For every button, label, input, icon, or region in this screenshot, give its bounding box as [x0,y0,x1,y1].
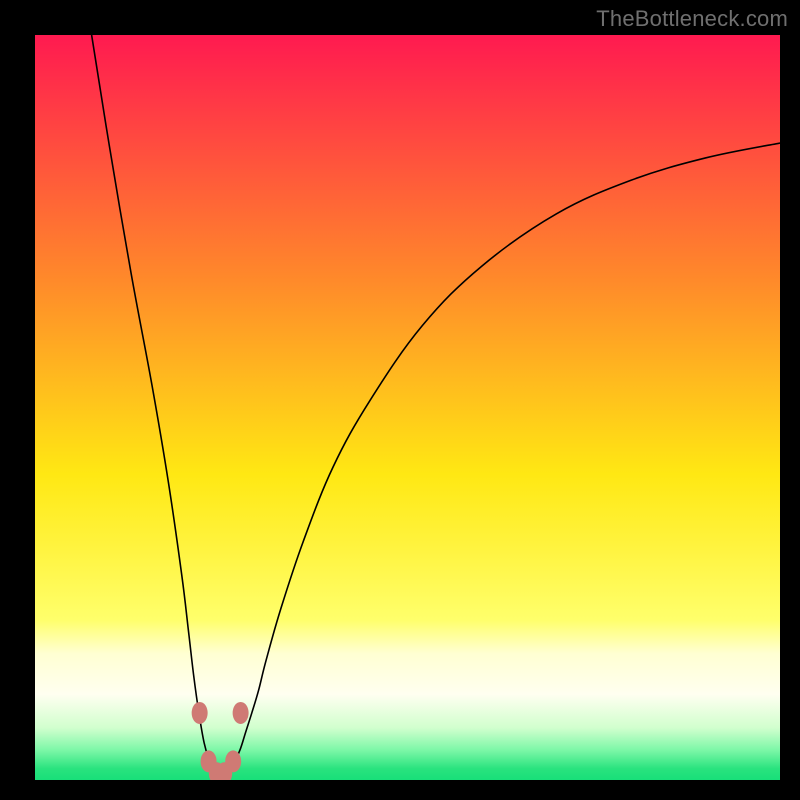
curve-markers [192,702,249,780]
curve-marker [233,702,249,724]
plot-area [35,35,780,780]
curve-marker [192,702,208,724]
bottleneck-curve [92,35,780,773]
curve-layer [35,35,780,780]
chart-frame: TheBottleneck.com [0,0,800,800]
watermark-text: TheBottleneck.com [596,6,788,32]
